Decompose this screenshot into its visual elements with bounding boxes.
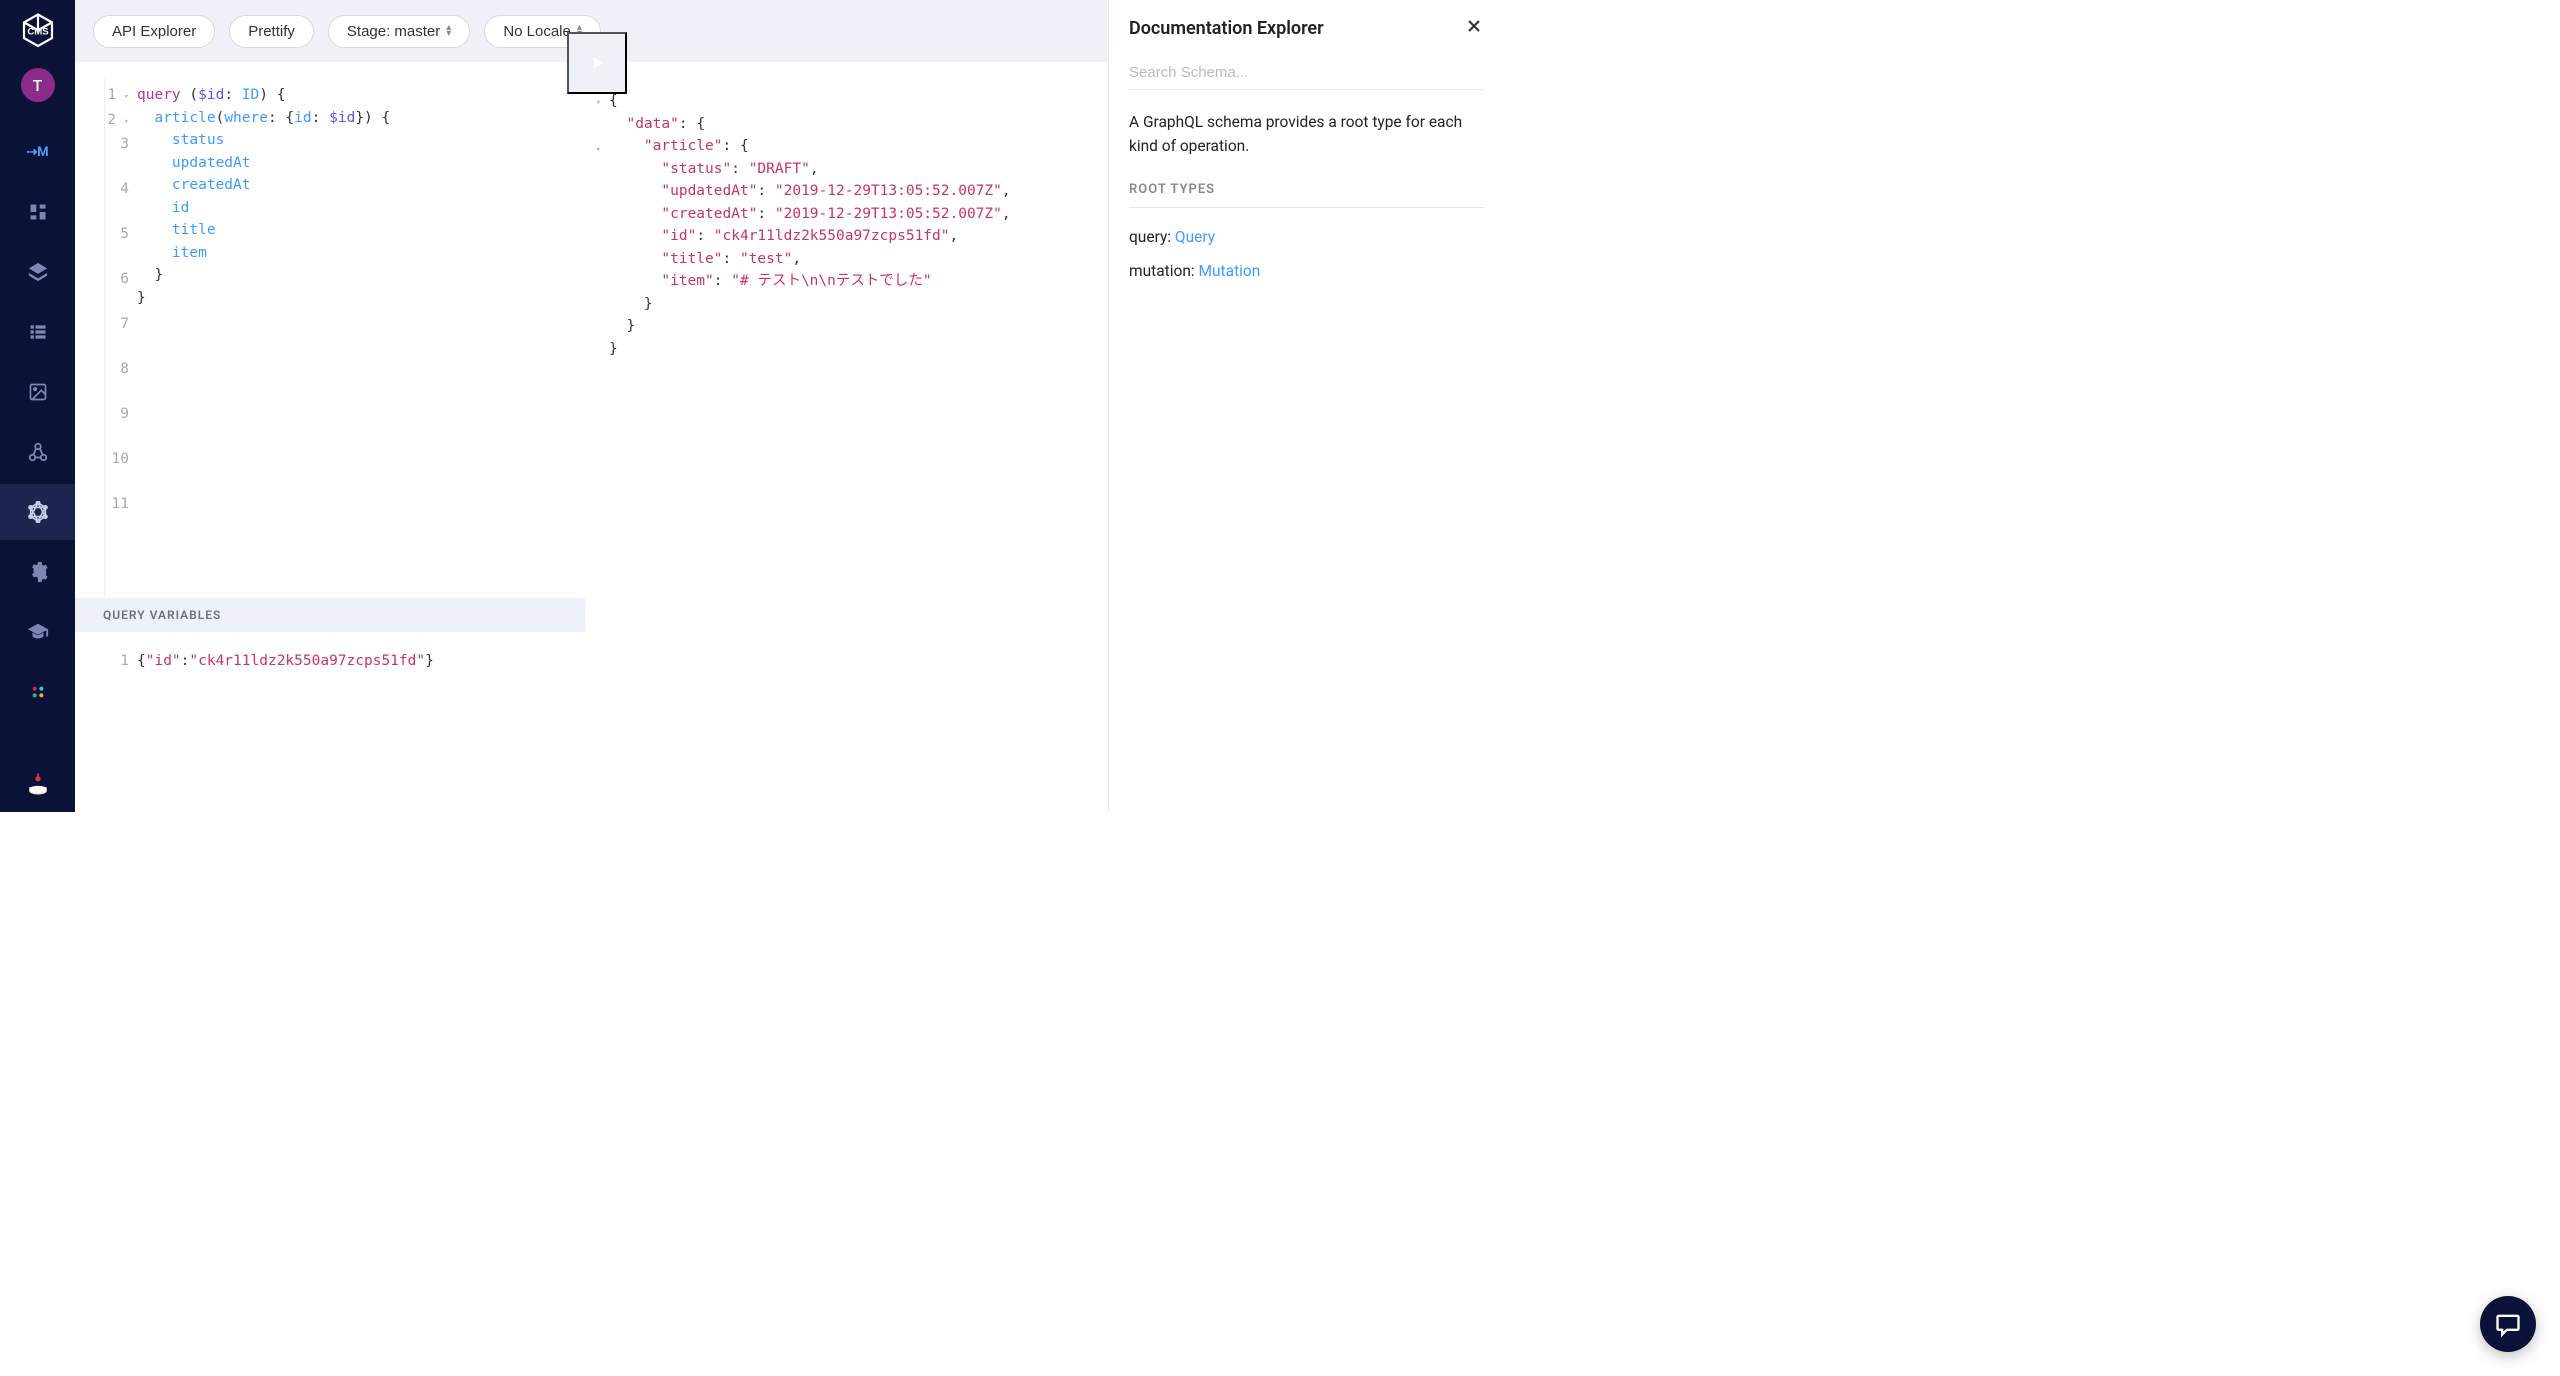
cake-icon: [24, 770, 52, 798]
query-type-link[interactable]: Query: [1175, 228, 1215, 246]
docs-close-button[interactable]: [1464, 16, 1484, 40]
query-gutter: 1 ▾2 ▾3 4 5 6 7 8 9 10 11: [105, 78, 137, 598]
vars-gutter: 1: [105, 644, 137, 812]
docs-description: A GraphQL schema provides a root type fo…: [1109, 104, 1504, 176]
result-code: { "data": { "article": { "status": "DRAF…: [605, 84, 1108, 812]
chat-widget-button[interactable]: [2480, 1296, 2536, 1352]
schema-search-input[interactable]: [1129, 56, 1484, 89]
sidebar: CMS T ⇢M: [0, 0, 75, 812]
root-types-heading: ROOT TYPES: [1129, 182, 1484, 208]
root-type-mutation: mutation: Mutation: [1129, 254, 1484, 288]
docs-search: [1129, 56, 1484, 90]
stage-label: Stage: master: [347, 23, 440, 40]
webhook-icon: [27, 441, 49, 463]
docs-header: Documentation Explorer: [1109, 0, 1504, 52]
nav-item-webhooks[interactable]: [0, 424, 75, 480]
nav-item-master[interactable]: ⇢M: [0, 124, 75, 180]
result-gutter: ▾ ▾: [585, 84, 605, 812]
api-explorer-button[interactable]: API Explorer: [93, 15, 215, 48]
svg-text:CMS: CMS: [27, 27, 49, 38]
stage-select[interactable]: Stage: master ▴▾: [328, 15, 470, 48]
caret-icon: ▴▾: [446, 25, 451, 37]
query-variables-editor[interactable]: 1 {"id":"ck4r11ldz2k550a97zcps51fd"}: [75, 632, 585, 812]
locale-label: No Locale: [503, 23, 571, 40]
result-panel: ▾ ▾ { "data": { "article": { "status": "…: [585, 62, 1108, 812]
nav-item-api-playground[interactable]: [0, 484, 75, 540]
slack-icon: [28, 682, 48, 702]
nav-item-schema[interactable]: [0, 244, 75, 300]
list-icon: [28, 322, 48, 342]
vars-code[interactable]: {"id":"ck4r11ldz2k550a97zcps51fd"}: [137, 644, 585, 812]
query-code[interactable]: query ($id: ID) { article(where: {id: $i…: [137, 78, 585, 598]
graphql-icon: [27, 501, 49, 523]
layers-icon: [27, 261, 49, 283]
mutation-type-link[interactable]: Mutation: [1198, 262, 1260, 280]
query-column: 1 ▾2 ▾3 4 5 6 7 8 9 10 11 query ($id: ID…: [75, 62, 585, 812]
nav-item-learn[interactable]: [0, 604, 75, 660]
root-types-list: query: Query mutation: Mutation: [1109, 208, 1504, 300]
chat-icon: [2494, 1310, 2522, 1338]
nav-item-content[interactable]: [0, 304, 75, 360]
play-icon: [587, 53, 607, 73]
image-icon: [28, 382, 48, 402]
query-variables-header[interactable]: QUERY VARIABLES: [75, 598, 585, 632]
run-query-button[interactable]: [567, 32, 627, 94]
nav-item-assets[interactable]: [0, 364, 75, 420]
root-type-query: query: Query: [1129, 220, 1484, 254]
docs-title: Documentation Explorer: [1129, 18, 1324, 39]
dashboard-icon: [28, 202, 48, 222]
gear-icon: [27, 561, 49, 583]
prettify-button[interactable]: Prettify: [229, 15, 314, 48]
main-area: API Explorer Prettify Stage: master ▴▾ No…: [75, 0, 1108, 812]
nav-item-feedback[interactable]: [18, 764, 58, 804]
academic-cap-icon: [27, 621, 49, 643]
nav-item-community[interactable]: [0, 664, 75, 720]
nav-item-settings[interactable]: [0, 544, 75, 600]
docs-panel: Documentation Explorer A GraphQL schema …: [1108, 0, 1504, 812]
cms-logo[interactable]: CMS: [16, 10, 60, 54]
close-icon: [1464, 16, 1484, 36]
nav-item-dashboard[interactable]: [0, 184, 75, 240]
query-editor[interactable]: 1 ▾2 ▾3 4 5 6 7 8 9 10 11 query ($id: ID…: [105, 78, 585, 598]
user-avatar[interactable]: T: [21, 68, 55, 102]
